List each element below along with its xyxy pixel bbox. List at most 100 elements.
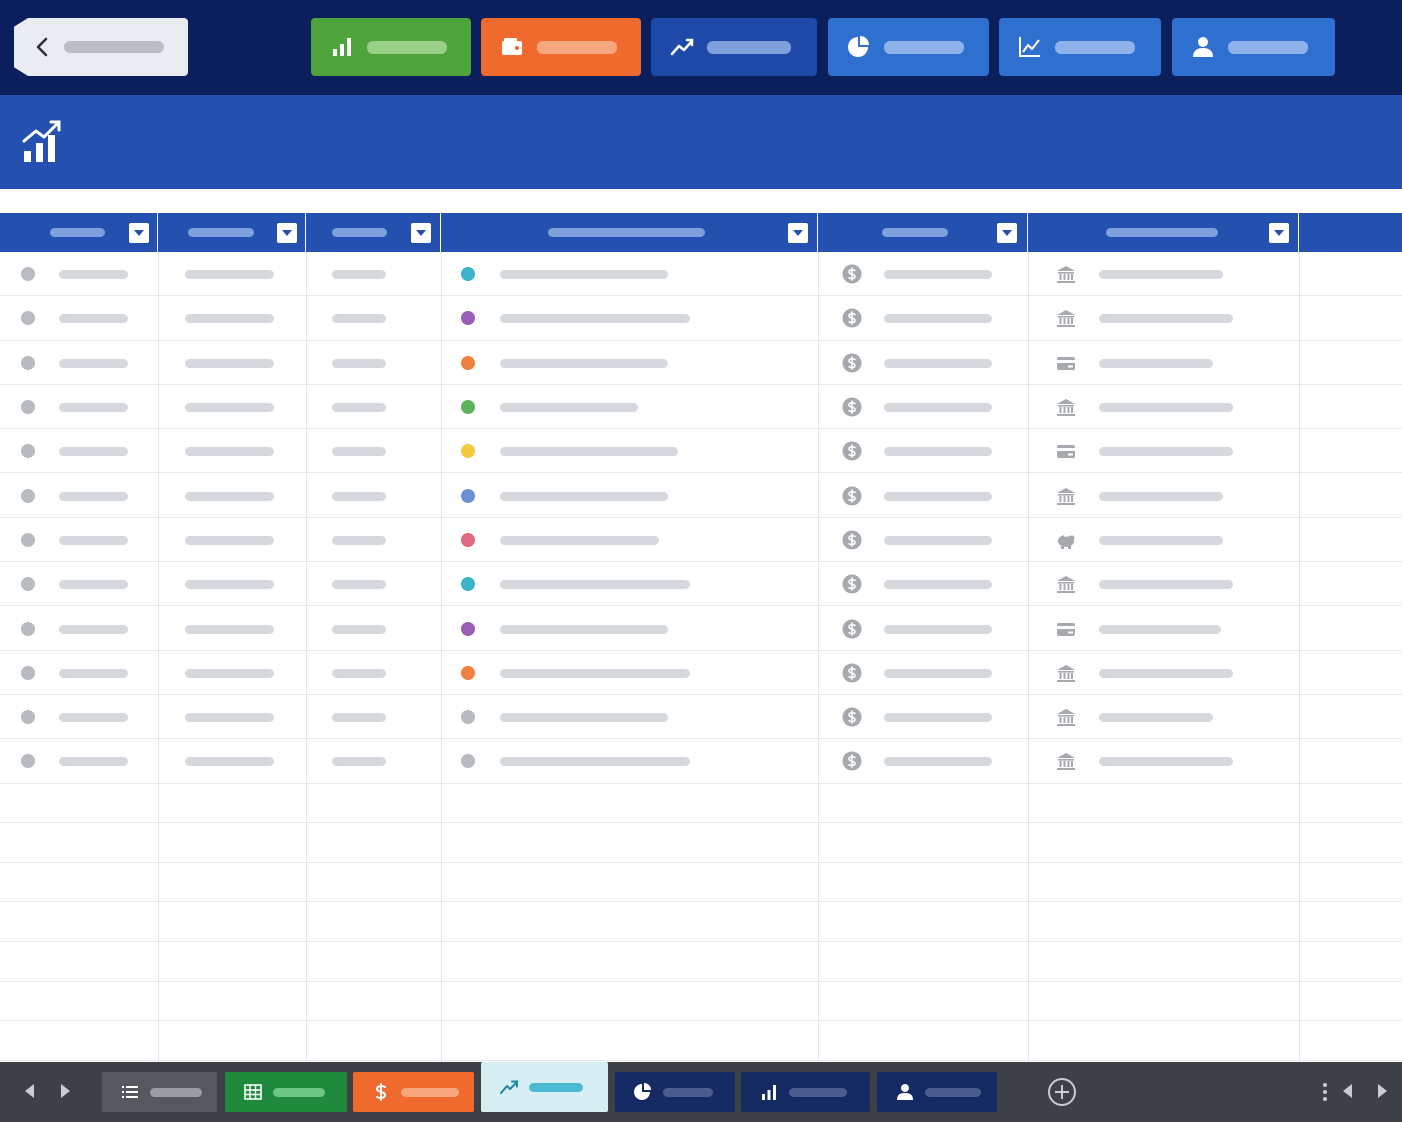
column-header-4[interactable]: [441, 213, 818, 252]
transactions-table: [0, 213, 1402, 1062]
row-status-dot: [21, 444, 35, 459]
empty-row[interactable]: [0, 942, 1402, 982]
cell-value: [59, 757, 128, 767]
cell-value: [185, 270, 274, 280]
sheet-tab-money[interactable]: [353, 1072, 474, 1112]
filter-dropdown-icon[interactable]: [277, 223, 297, 243]
cell-value: [185, 358, 274, 368]
category-color-dot: [461, 577, 475, 592]
cell-value: [1099, 447, 1233, 457]
cell-value: [332, 668, 386, 678]
cell-value: [332, 491, 386, 501]
filter-dropdown-icon[interactable]: [997, 223, 1017, 243]
cell-value: [185, 535, 274, 545]
nav-button-user[interactable]: [1172, 18, 1335, 76]
nav-button-trend[interactable]: [651, 18, 817, 76]
scroll-tabs-right-icon[interactable]: [61, 1084, 70, 1098]
user-icon: [1193, 37, 1213, 57]
add-sheet-icon[interactable]: [1047, 1077, 1077, 1107]
chevron-left-icon: [36, 37, 48, 57]
sheet-tab-user[interactable]: [877, 1072, 997, 1112]
empty-row[interactable]: [0, 1021, 1402, 1061]
table-row[interactable]: [0, 429, 1402, 474]
cell-value: [59, 580, 128, 590]
bank-icon: [1057, 399, 1075, 417]
cell-value: [59, 491, 128, 501]
table-row[interactable]: [0, 695, 1402, 740]
empty-row[interactable]: [0, 823, 1402, 863]
sheet-tab-bars[interactable]: [741, 1072, 870, 1112]
column-header-3[interactable]: [306, 213, 441, 252]
empty-row[interactable]: [0, 863, 1402, 903]
table-row[interactable]: [0, 341, 1402, 385]
cell-value: [500, 757, 690, 767]
column-header-2[interactable]: [158, 213, 306, 252]
table-row[interactable]: [0, 518, 1402, 563]
category-color-dot: [461, 267, 475, 282]
cell-value: [500, 447, 678, 457]
line-chart-icon: [1019, 37, 1040, 57]
filter-dropdown-icon[interactable]: [1269, 223, 1289, 243]
sheet-tab-sheet[interactable]: [225, 1072, 347, 1112]
nav-button-pie[interactable]: [828, 18, 989, 76]
table-row[interactable]: [0, 252, 1402, 297]
table-row[interactable]: [0, 651, 1402, 695]
table-row[interactable]: [0, 474, 1402, 518]
cell-value: [1099, 270, 1223, 280]
table-row[interactable]: [0, 385, 1402, 430]
nav-button-line[interactable]: [999, 18, 1161, 76]
bank-icon: [1057, 709, 1075, 727]
sheet-tab-list[interactable]: [102, 1072, 217, 1112]
filter-dropdown-icon[interactable]: [129, 223, 149, 243]
cell-value: [1099, 713, 1213, 723]
column-header-6[interactable]: [1028, 213, 1299, 252]
table-row[interactable]: [0, 562, 1402, 607]
table-row[interactable]: [0, 296, 1402, 341]
wallet-icon: [502, 38, 522, 55]
sheet-tab-pie[interactable]: [615, 1072, 735, 1112]
empty-row[interactable]: [0, 982, 1402, 1022]
scroll-sheets-right-icon[interactable]: [1378, 1084, 1387, 1098]
cell-value: [332, 535, 386, 545]
cell-value: [185, 713, 274, 723]
cell-value: [59, 314, 128, 324]
sheet-tab-trend[interactable]: [481, 1062, 608, 1112]
bank-icon: [1057, 310, 1075, 328]
cell-value: [884, 491, 992, 501]
cell-value: [500, 535, 659, 545]
cell-value: [884, 713, 992, 723]
piggy-bank-icon: [1058, 534, 1075, 549]
dollar-icon: [842, 530, 862, 550]
cell-value: [332, 314, 386, 324]
cell-value: [1099, 757, 1233, 767]
category-color-dot: [461, 311, 475, 326]
pie-chart-icon: [634, 1083, 651, 1100]
category-color-dot: [461, 532, 475, 547]
cell-value: [884, 270, 992, 280]
more-options-icon[interactable]: [1318, 1082, 1332, 1102]
cell-value: [59, 535, 128, 545]
dollar-icon: [842, 441, 862, 461]
empty-row[interactable]: [0, 784, 1402, 824]
table-row[interactable]: [0, 739, 1402, 784]
cell-value: [1099, 491, 1223, 501]
row-status-dot: [21, 754, 35, 769]
table-row[interactable]: [0, 606, 1402, 651]
filter-dropdown-icon[interactable]: [411, 223, 431, 243]
nav-button-charts[interactable]: [311, 18, 471, 76]
scroll-sheets-left-icon[interactable]: [1343, 1084, 1352, 1098]
column-header-1[interactable]: [0, 213, 158, 252]
table-icon: [244, 1084, 262, 1100]
cell-value: [500, 403, 638, 413]
filter-dropdown-icon[interactable]: [788, 223, 808, 243]
cell-value: [185, 668, 274, 678]
nav-button-label: [367, 40, 447, 54]
nav-button-label: [537, 40, 617, 54]
back-button[interactable]: [14, 18, 188, 76]
nav-button-wallet[interactable]: [481, 18, 641, 76]
column-header-5[interactable]: [818, 213, 1028, 252]
scroll-tabs-left-icon[interactable]: [25, 1084, 34, 1098]
empty-row[interactable]: [0, 902, 1402, 942]
bar-chart-icon: [762, 1085, 776, 1100]
cell-value: [884, 358, 992, 368]
